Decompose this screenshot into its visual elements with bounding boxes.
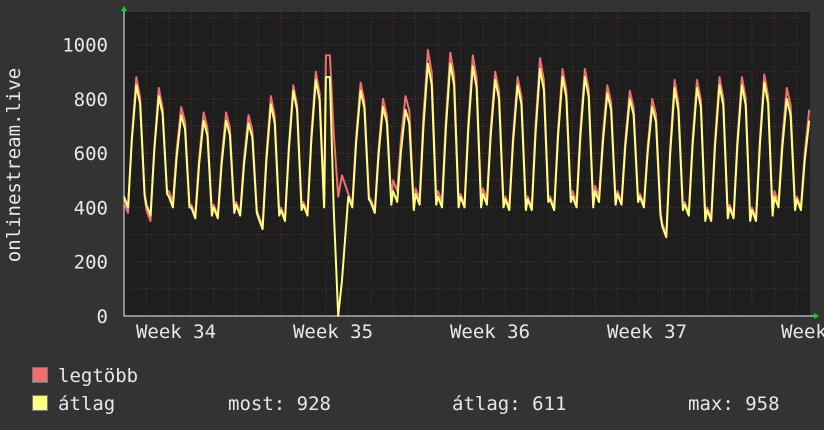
stat-now: most: 928 xyxy=(228,393,331,415)
x-tick-label: Week 34 xyxy=(136,321,216,343)
y-axis-title: onlinestream.live xyxy=(3,67,25,263)
x-tick-label: Week xyxy=(781,321,824,343)
x-tick-label: Week 36 xyxy=(450,321,530,343)
legend-row-avg: átlag most: 928 átlag: 611 max: 958 xyxy=(30,390,810,418)
legend: legtöbb átlag most: 928 átlag: 611 max: … xyxy=(30,362,810,418)
y-tick-label: 600 xyxy=(74,143,108,165)
legend-swatch-max xyxy=(32,367,48,383)
chart-svg: 0 200 400 600 800 1000 Week 34 Week 35 Week 36 We… xyxy=(62,6,824,343)
legend-swatch-avg xyxy=(32,395,48,411)
stat-average: átlag: 611 xyxy=(452,393,567,415)
stat-max: max: 958 xyxy=(688,393,780,415)
legend-row-max: legtöbb xyxy=(30,362,810,390)
x-tick-label: Week 37 xyxy=(607,321,687,343)
legend-label-max: legtöbb xyxy=(58,365,139,387)
x-axis-arrow xyxy=(814,313,819,319)
y-tick-label: 800 xyxy=(74,89,108,111)
y-tick-label: 400 xyxy=(74,197,108,219)
y-tick-label: 1000 xyxy=(62,35,108,57)
y-tick-label: 0 xyxy=(97,306,108,328)
legend-label-avg: átlag xyxy=(58,393,116,415)
x-tick-label: Week 35 xyxy=(293,321,373,343)
y-tick-label: 200 xyxy=(74,252,108,274)
y-axis-arrow xyxy=(121,6,127,11)
